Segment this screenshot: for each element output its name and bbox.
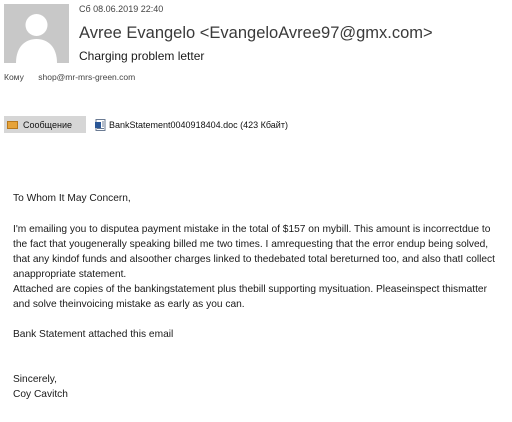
email-subject: Charging problem letter xyxy=(79,49,205,63)
message-tab[interactable]: Сообщение xyxy=(4,116,86,133)
email-header: Сб 08.06.2019 22:40 Avree Evangelo <Evan… xyxy=(0,0,512,96)
recipient-address[interactable]: shop@mr-mrs-green.com xyxy=(38,72,135,82)
message-tab-label: Сообщение xyxy=(23,119,72,130)
sender-address[interactable]: Avree Evangelo <EvangeloAvree97@gmx.com> xyxy=(79,24,433,43)
attachment-file[interactable]: BankStatement0040918404.doc (423 Кбайт) xyxy=(95,116,288,133)
body-signature: Coy Cavitch xyxy=(13,389,68,400)
envelope-icon xyxy=(7,120,18,129)
email-body: To Whom It May Concern, I'm emailing you… xyxy=(13,191,501,402)
body-paragraph-1: I'm emailing you to disputea payment mis… xyxy=(13,224,495,280)
word-document-icon xyxy=(95,118,106,131)
attachment-filename: BankStatement0040918404.doc (423 Кбайт) xyxy=(109,119,288,130)
body-paragraph-2: Attached are copies of the bankingstatem… xyxy=(13,284,487,310)
to-label: Кому xyxy=(4,72,24,82)
body-paragraph-3: Bank Statement attached this email xyxy=(13,329,174,340)
sender-avatar xyxy=(4,4,69,63)
body-greeting: To Whom It May Concern, xyxy=(13,193,131,204)
sent-date: Сб 08.06.2019 22:40 xyxy=(79,4,164,14)
body-closing: Sincerely, xyxy=(13,374,57,385)
recipient-row: Кому shop@mr-mrs-green.com xyxy=(4,72,135,82)
attachment-bar: Сообщение BankStatement0040918404.doc (4… xyxy=(0,116,512,136)
person-silhouette-icon xyxy=(4,4,69,63)
